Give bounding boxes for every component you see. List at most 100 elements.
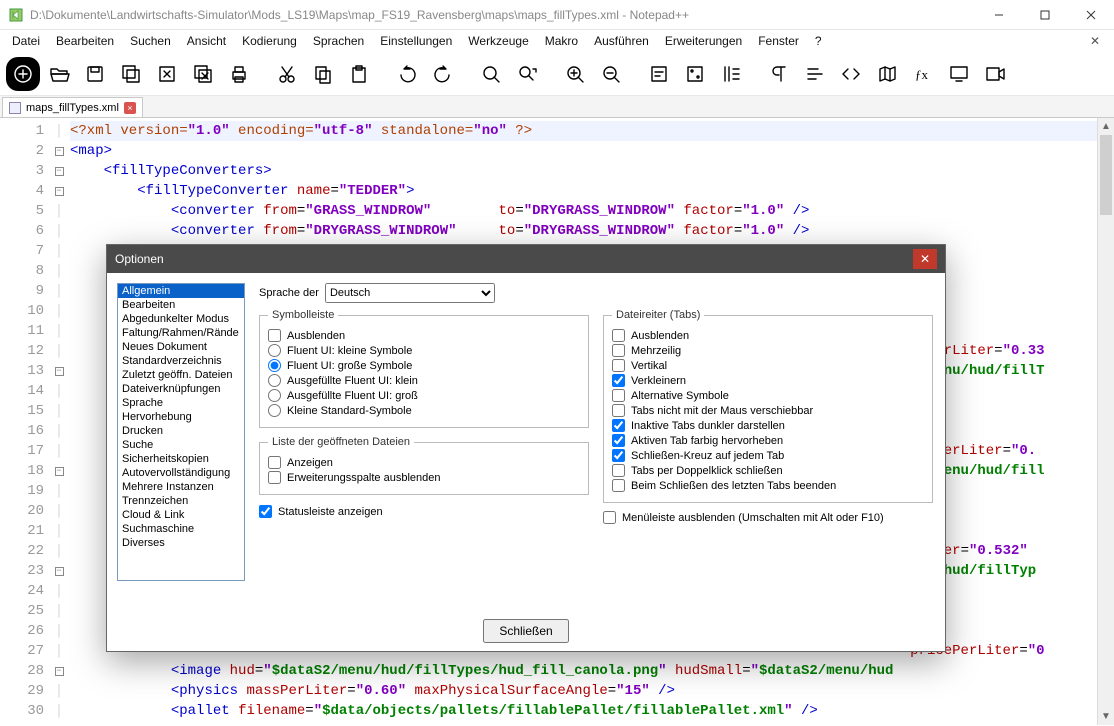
- category-dateiverkn-pfungen[interactable]: Dateiverknüpfungen: [118, 382, 244, 396]
- toolbar-filled-big-radio[interactable]: [268, 389, 281, 402]
- fx-button[interactable]: ƒx: [906, 57, 940, 91]
- dialog-title: Optionen: [115, 252, 164, 266]
- menubar-hide-checkbox[interactable]: [603, 511, 616, 524]
- category-allgemein[interactable]: Allgemein: [118, 284, 244, 298]
- toolbar-group: Symbolleiste Ausblenden Fluent UI: klein…: [259, 309, 589, 428]
- indent-guide-button[interactable]: [714, 57, 748, 91]
- vertical-scrollbar[interactable]: ▲ ▼: [1097, 118, 1114, 725]
- window-close-button[interactable]: [1068, 0, 1114, 30]
- tab-darken_inactive-checkbox[interactable]: [612, 419, 625, 432]
- openfiles-hideext-checkbox[interactable]: [268, 471, 281, 484]
- show-all-button[interactable]: [678, 57, 712, 91]
- tab-no_drag-checkbox[interactable]: [612, 404, 625, 417]
- ltr-button[interactable]: [798, 57, 832, 91]
- menu-fenster[interactable]: Fenster: [750, 32, 807, 50]
- menu-sprachen[interactable]: Sprachen: [305, 32, 372, 50]
- menu-datei[interactable]: Datei: [4, 32, 48, 50]
- category-sprache[interactable]: Sprache: [118, 396, 244, 410]
- menu-ausführen[interactable]: Ausführen: [586, 32, 657, 50]
- toolbar-hide-checkbox[interactable]: [268, 329, 281, 342]
- category-autovervollst-ndigung[interactable]: Autovervollständigung: [118, 466, 244, 480]
- zoom-in-button[interactable]: [558, 57, 592, 91]
- zoom-out-button[interactable]: [594, 57, 628, 91]
- menu-werkzeuge[interactable]: Werkzeuge: [460, 32, 536, 50]
- open-button[interactable]: [42, 57, 76, 91]
- menu-einstellungen[interactable]: Einstellungen: [372, 32, 460, 50]
- menubar-close-icon[interactable]: ✕: [1080, 34, 1110, 48]
- openfiles-show-checkbox[interactable]: [268, 456, 281, 469]
- category-suche[interactable]: Suche: [118, 438, 244, 452]
- menu-erweiterungen[interactable]: Erweiterungen: [657, 32, 750, 50]
- options-dialog: Optionen ✕ AllgemeinBearbeitenAbgedunkel…: [106, 244, 946, 652]
- replace-button[interactable]: [510, 57, 544, 91]
- close-button[interactable]: [150, 57, 184, 91]
- paragraph-button[interactable]: [762, 57, 796, 91]
- language-select[interactable]: Deutsch: [325, 283, 495, 303]
- statusbar-checkbox[interactable]: [259, 505, 272, 518]
- wrap-button[interactable]: [642, 57, 676, 91]
- print-button[interactable]: [222, 57, 256, 91]
- category-drucken[interactable]: Drucken: [118, 424, 244, 438]
- find-button[interactable]: [474, 57, 508, 91]
- menu-bearbeiten[interactable]: Bearbeiten: [48, 32, 122, 50]
- tab-multiline-checkbox[interactable]: [612, 344, 625, 357]
- tab-vertical-checkbox[interactable]: [612, 359, 625, 372]
- category-neues-dokument[interactable]: Neues Dokument: [118, 340, 244, 354]
- category-diverses[interactable]: Diverses: [118, 536, 244, 550]
- category-hervorhebung[interactable]: Hervorhebung: [118, 410, 244, 424]
- monitor-button[interactable]: [942, 57, 976, 91]
- app-icon: [8, 7, 24, 23]
- map-button[interactable]: [870, 57, 904, 91]
- tab-alt_icons-checkbox[interactable]: [612, 389, 625, 402]
- code-button[interactable]: [834, 57, 868, 91]
- record-button[interactable]: [978, 57, 1012, 91]
- category-cloud-link[interactable]: Cloud & Link: [118, 508, 244, 522]
- dialog-close-button[interactable]: ✕: [913, 249, 937, 269]
- scroll-down-icon[interactable]: ▼: [1098, 708, 1114, 725]
- toolbar-filled-small-radio[interactable]: [268, 374, 281, 387]
- save-all-button[interactable]: [114, 57, 148, 91]
- window-minimize-button[interactable]: [976, 0, 1022, 30]
- toolbar-fluent-big-radio[interactable]: [268, 359, 281, 372]
- menu-?[interactable]: ?: [807, 32, 830, 50]
- menu-ansicht[interactable]: Ansicht: [179, 32, 234, 50]
- category-abgedunkelter-modus[interactable]: Abgedunkelter Modus: [118, 312, 244, 326]
- category-faltung-rahmen-r-nde[interactable]: Faltung/Rahmen/Rände: [118, 326, 244, 340]
- toolbar-std-small-radio[interactable]: [268, 404, 281, 417]
- save-button[interactable]: [78, 57, 112, 91]
- fold-column[interactable]: │−−−││││││││−││││−││││−││││−││: [50, 118, 68, 726]
- tab-shrink-checkbox[interactable]: [612, 374, 625, 387]
- close-all-button[interactable]: [186, 57, 220, 91]
- tab-exit_last-checkbox[interactable]: [612, 479, 625, 492]
- menu-kodierung[interactable]: Kodierung: [234, 32, 305, 50]
- paste-button[interactable]: [342, 57, 376, 91]
- tab-hide-checkbox[interactable]: [612, 329, 625, 342]
- window-title: D:\Dokumente\Landwirtschafts-Simulator\M…: [30, 8, 689, 22]
- redo-button[interactable]: [426, 57, 460, 91]
- window-maximize-button[interactable]: [1022, 0, 1068, 30]
- category-standardverzeichnis[interactable]: Standardverzeichnis: [118, 354, 244, 368]
- category-sicherheitskopien[interactable]: Sicherheitskopien: [118, 452, 244, 466]
- scroll-up-icon[interactable]: ▲: [1098, 118, 1114, 135]
- category-list[interactable]: AllgemeinBearbeitenAbgedunkelter ModusFa…: [117, 283, 245, 581]
- scroll-thumb[interactable]: [1100, 135, 1112, 215]
- cut-button[interactable]: [270, 57, 304, 91]
- toolbar-fluent-small-radio[interactable]: [268, 344, 281, 357]
- tab-close_each-checkbox[interactable]: [612, 449, 625, 462]
- category-zuletzt-ge-ffn-dateien[interactable]: Zuletzt geöffn. Dateien: [118, 368, 244, 382]
- file-tab[interactable]: maps_fillTypes.xml ×: [2, 97, 143, 117]
- category-bearbeiten[interactable]: Bearbeiten: [118, 298, 244, 312]
- copy-button[interactable]: [306, 57, 340, 91]
- tab-dblclick_close-checkbox[interactable]: [612, 464, 625, 477]
- category-mehrere-instanzen[interactable]: Mehrere Instanzen: [118, 480, 244, 494]
- dialog-close-footer-button[interactable]: Schließen: [483, 619, 568, 643]
- category-suchmaschine[interactable]: Suchmaschine: [118, 522, 244, 536]
- tab-close-icon[interactable]: ×: [124, 102, 136, 114]
- tab-color_active-checkbox[interactable]: [612, 434, 625, 447]
- category-trennzeichen[interactable]: Trennzeichen: [118, 494, 244, 508]
- toolbar: ƒx: [0, 52, 1114, 96]
- menu-suchen[interactable]: Suchen: [122, 32, 179, 50]
- undo-button[interactable]: [390, 57, 424, 91]
- new-button[interactable]: [6, 57, 40, 91]
- menu-makro[interactable]: Makro: [537, 32, 586, 50]
